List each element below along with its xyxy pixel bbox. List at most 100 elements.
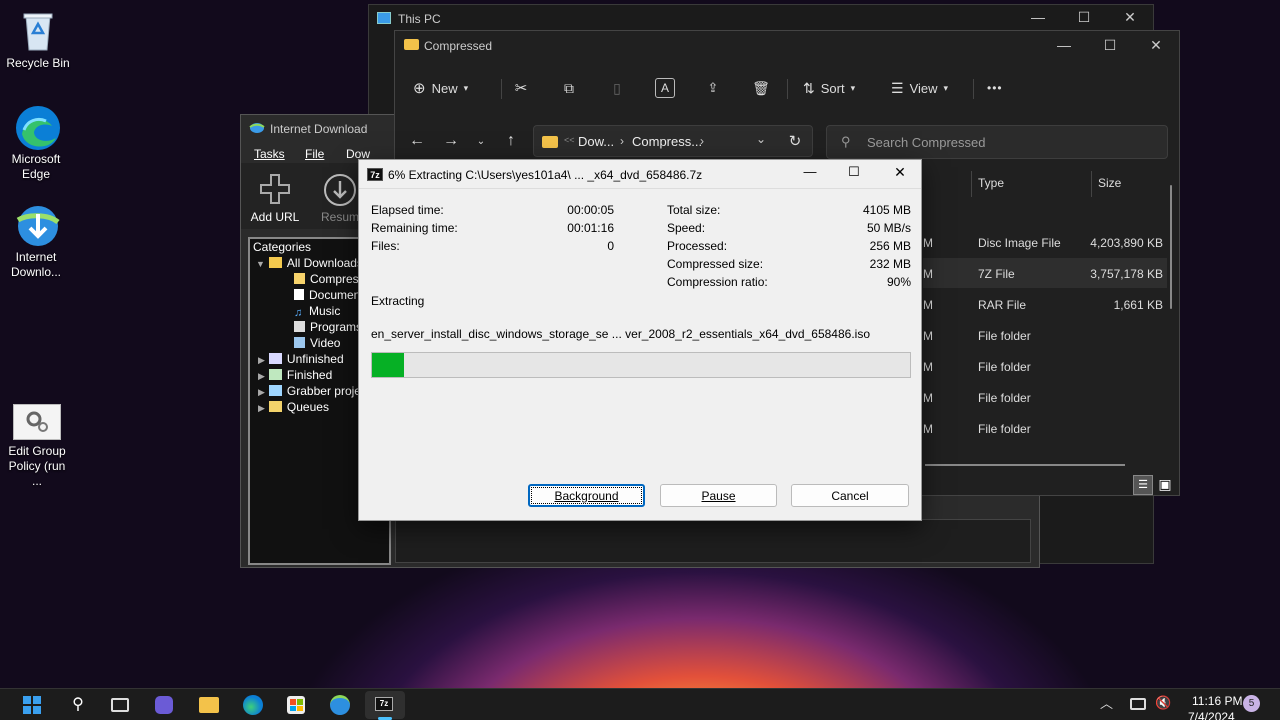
task-view-icon[interactable] [111, 698, 129, 712]
copy-button[interactable]: ⧉ [559, 78, 579, 98]
breadcrumb-compressed[interactable]: Compress... [632, 134, 702, 149]
stat-value: 232 MB [869, 257, 911, 271]
stat-value: 50 MB/s [866, 221, 911, 235]
up-button[interactable]: ↑ [501, 131, 521, 151]
explorer-title: Compressed [424, 39, 493, 53]
file-row[interactable]: M RAR File 1,661 KB [923, 291, 1167, 321]
tree-item-grabber[interactable]: ▶ Grabber proje [258, 384, 361, 398]
file-size: 3,757,178 KB [1090, 267, 1163, 281]
desktop-icon-gpedit[interactable]: Edit Group Policy (run ... [0, 404, 75, 489]
new-button[interactable]: ⊕ New ▾ [413, 78, 468, 98]
column-header-type[interactable]: Type [978, 176, 1004, 190]
clock-time[interactable]: 11:16 PM [1192, 694, 1242, 708]
tree-item-finished[interactable]: ▶ Finished [258, 368, 332, 382]
show-hidden-icons-chevron-icon[interactable]: ︿ [1100, 693, 1122, 715]
details-view-button[interactable]: ☰ [1133, 475, 1153, 495]
menu-tasks[interactable]: Tasks [254, 147, 285, 161]
stat-label: Processed: [667, 239, 728, 253]
desktop-icon-edge[interactable]: Microsoft Edge [0, 104, 74, 182]
rename-button[interactable]: A [655, 78, 675, 98]
tree-item-music[interactable]: ♫ Music [294, 304, 340, 319]
notification-badge[interactable]: 5 [1243, 695, 1260, 712]
sevenzip-app-icon: 7z [367, 168, 383, 181]
tree-item-compressed[interactable]: Compress [294, 272, 365, 286]
desktop-icon-label: Edit Group Policy (run ... [8, 444, 66, 488]
breadcrumb-downloads[interactable]: Dow... [578, 134, 614, 149]
stat-value: 00:01:16 [567, 221, 614, 235]
forward-button[interactable]: → [441, 131, 461, 151]
file-explorer-icon[interactable] [199, 697, 219, 713]
file-row[interactable]: M File folder [923, 322, 1167, 352]
add-url-label: Add URL [250, 210, 300, 224]
maximize-button[interactable]: ☐ [843, 164, 865, 184]
file-date-tail: M [923, 236, 933, 250]
this-pc-title: This PC [398, 12, 441, 26]
column-header-size[interactable]: Size [1098, 176, 1121, 190]
tree-item-programs[interactable]: Programs [294, 320, 362, 334]
idm-taskbar-icon[interactable] [330, 695, 350, 715]
file-type: File folder [978, 329, 1031, 343]
maximize-button[interactable]: ☐ [1087, 29, 1133, 61]
close-button[interactable]: ✕ [889, 164, 911, 184]
desktop-icon-idm[interactable]: Internet Downlo... [0, 202, 74, 280]
network-icon[interactable] [1130, 698, 1146, 710]
file-type: File folder [978, 422, 1031, 436]
chat-icon[interactable] [155, 696, 173, 714]
cut-button[interactable]: ✂ [511, 78, 531, 98]
stat-label: Speed: [667, 221, 706, 235]
delete-button[interactable]: 🗑 [751, 78, 771, 98]
file-row[interactable]: M Disc Image File 4,203,890 KB [923, 229, 1167, 259]
search-icon[interactable]: ⚲ [67, 694, 89, 716]
categories-header: Categories [253, 240, 312, 254]
edge-icon[interactable] [243, 695, 263, 715]
minimize-button[interactable]: — [1041, 29, 1087, 61]
horizontal-scrollbar[interactable] [925, 464, 1125, 466]
sevenzip-taskbar-icon[interactable]: 7z [375, 697, 393, 711]
tree-item-all-downloads[interactable]: ▼ All Downloads [256, 256, 363, 270]
address-dropdown-icon[interactable]: ⌄ [756, 132, 766, 146]
file-row[interactable]: M 7Z File 3,757,178 KB [923, 260, 1167, 290]
close-button[interactable]: ✕ [1133, 29, 1179, 61]
current-file-path: en_server_install_disc_windows_storage_s… [371, 327, 870, 341]
program-icon [294, 321, 305, 332]
tree-item-queues[interactable]: ▶ Queues [258, 400, 329, 414]
minimize-button[interactable]: — [799, 164, 821, 184]
vertical-scrollbar[interactable] [1170, 185, 1172, 309]
menu-file[interactable]: File [305, 147, 324, 161]
extract-progress-dialog[interactable]: 7z 6% Extracting C:\Users\yes101a4\ ... … [358, 159, 922, 521]
recent-locations-button[interactable]: ⌄ [473, 131, 489, 151]
share-button[interactable]: ⇪ [703, 78, 723, 98]
desktop-icon-recycle-bin[interactable]: Recycle Bin [0, 8, 76, 71]
background-button[interactable]: Background [528, 484, 645, 507]
volume-muted-icon[interactable]: 🔇 [1155, 695, 1177, 717]
stat-label: Compressed size: [667, 257, 764, 271]
address-bar[interactable]: << Dow... › Compress... › ⌄ [533, 125, 813, 157]
tiles-view-button[interactable]: ▣ [1156, 475, 1174, 493]
tree-item-video[interactable]: Video [294, 336, 340, 350]
sort-button[interactable]: ⇅ Sort ▾ [803, 78, 855, 98]
add-url-button[interactable]: Add URL [247, 173, 303, 224]
queues-icon [268, 401, 282, 412]
microsoft-store-icon[interactable] [287, 696, 305, 714]
download-list-grid[interactable] [395, 519, 1031, 563]
stat-label: Compression ratio: [667, 275, 768, 289]
pause-button[interactable]: Pause [660, 484, 777, 507]
breadcrumb-overflow[interactable]: << [564, 135, 575, 145]
clock-date[interactable]: 7/4/2024 [1188, 710, 1235, 720]
paste-button[interactable]: ▯ [607, 78, 627, 98]
more-options-button[interactable]: ••• [987, 78, 1003, 98]
chevron-down-icon: ▾ [463, 82, 469, 93]
file-row[interactable]: M File folder [923, 353, 1167, 383]
tree-item-documents[interactable]: Document [294, 288, 364, 302]
file-type: RAR File [978, 298, 1027, 312]
tree-item-unfinished[interactable]: ▶ Unfinished [258, 352, 344, 366]
view-button[interactable]: ☰ View ▾ [891, 78, 948, 98]
refresh-button[interactable]: ↻ [785, 131, 805, 151]
file-row[interactable]: M File folder [923, 415, 1167, 445]
start-windows-icon[interactable] [23, 696, 41, 714]
file-row[interactable]: M File folder [923, 384, 1167, 414]
search-box[interactable]: ⚲ Search Compressed [826, 125, 1168, 159]
folder-open-icon [268, 257, 282, 268]
back-button[interactable]: ← [407, 131, 427, 151]
cancel-button[interactable]: Cancel [791, 484, 909, 507]
